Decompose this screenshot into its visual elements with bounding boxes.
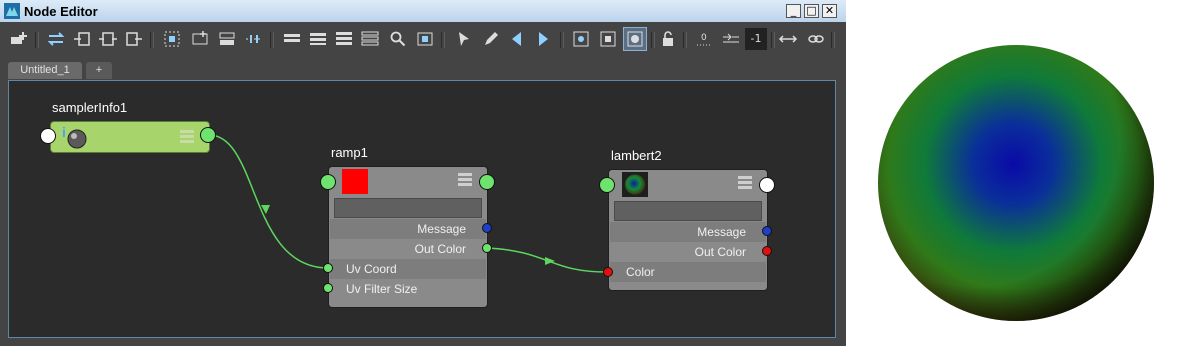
input-output-connections-icon[interactable]: [97, 28, 119, 50]
editor-frame: 0 -1 Untitled_1 + samplerInfo1 i ramp1 M…: [0, 22, 846, 346]
attr-uv-coord: Uv Coord: [330, 259, 486, 279]
toolbar-separator: [831, 32, 835, 48]
out-color-port[interactable]: [482, 243, 492, 253]
frame-selected-icon[interactable]: [189, 28, 211, 50]
minimize-button[interactable]: _: [786, 4, 801, 18]
graph-icon[interactable]: [414, 28, 436, 50]
output-connections-icon[interactable]: [123, 28, 145, 50]
attr-message: Message: [330, 219, 486, 239]
connect-icon[interactable]: [720, 28, 742, 50]
ramp-input-port[interactable]: [320, 174, 336, 190]
title-bar[interactable]: Node Editor _ □ ✕: [0, 0, 846, 23]
show-connected-icon[interactable]: [307, 28, 329, 50]
map-icon[interactable]: [570, 28, 592, 50]
grid-icon[interactable]: 0: [693, 28, 715, 50]
bookmark-icon[interactable]: [597, 28, 619, 50]
lock-icon[interactable]: [657, 28, 679, 50]
expand-icon[interactable]: [777, 28, 799, 50]
node-body[interactable]: Message Out Color Uv Coord Uv Filter Siz…: [328, 166, 488, 308]
input-connections-icon[interactable]: [71, 28, 93, 50]
swap-icon[interactable]: [45, 28, 67, 50]
pin-icon[interactable]: [453, 28, 475, 50]
attr-out-color: Out Color: [610, 242, 766, 262]
attr-color: Color: [610, 262, 766, 282]
lambert-name-field[interactable]: [614, 201, 762, 221]
node-editor-window: Node Editor _ □ ✕ 0 -1 Untitled_1 + samp…: [0, 0, 846, 346]
message-port[interactable]: [482, 223, 492, 233]
toolbar-separator: [771, 32, 775, 48]
lambert-input-port[interactable]: [599, 177, 615, 193]
sampler-output-port[interactable]: [200, 127, 216, 143]
toolbar-separator: [560, 32, 564, 48]
toolbar-separator: [270, 32, 274, 48]
sampler-ball-icon: [67, 129, 87, 149]
counter-field[interactable]: -1: [745, 28, 767, 50]
node-title: lambert2: [611, 148, 662, 163]
select-upstream-icon[interactable]: [506, 28, 528, 50]
node-menu-icon[interactable]: [737, 174, 753, 190]
ramp-swatch: [342, 169, 368, 194]
node-menu-icon[interactable]: [179, 128, 195, 144]
link-icon[interactable]: [805, 28, 827, 50]
uv-coord-port[interactable]: [323, 263, 333, 273]
message-port[interactable]: [762, 226, 772, 236]
toolbar-separator: [651, 32, 655, 48]
show-custom-icon[interactable]: [359, 28, 381, 50]
wire-arrow: [545, 257, 555, 265]
sampler-input-port[interactable]: [40, 128, 56, 144]
node-title: ramp1: [331, 145, 368, 160]
show-all-icon[interactable]: [333, 28, 355, 50]
wire-sampler-to-ramp: [208, 134, 330, 269]
node-body[interactable]: i: [50, 121, 210, 153]
node-body[interactable]: Message Out Color Color: [608, 169, 768, 291]
ramp-name-field[interactable]: [334, 198, 482, 218]
add-tab-button[interactable]: +: [86, 62, 112, 79]
tab-untitled-1[interactable]: Untitled_1: [8, 62, 82, 79]
attr-out-color: Out Color: [330, 239, 486, 259]
svg-text:0: 0: [701, 33, 707, 43]
align-icon[interactable]: [243, 28, 265, 50]
toolbar-separator: [683, 32, 687, 48]
lambert-swatch-icon: [622, 172, 648, 197]
node-menu-icon[interactable]: [457, 171, 473, 187]
layout-icon[interactable]: [216, 28, 238, 50]
tab-bar: Untitled_1 +: [0, 58, 846, 80]
add-node-icon[interactable]: [8, 28, 30, 50]
maximize-button[interactable]: □: [804, 4, 819, 18]
out-color-port[interactable]: [762, 246, 772, 256]
edit-icon[interactable]: [480, 28, 502, 50]
select-downstream-icon[interactable]: [532, 28, 554, 50]
uv-filter-size-port[interactable]: [323, 283, 333, 293]
lambert-output-port[interactable]: [759, 177, 775, 193]
render-preview-sphere: [878, 45, 1154, 321]
toolbar-separator: [441, 32, 445, 48]
search-icon[interactable]: [387, 28, 409, 50]
hide-attributes-icon[interactable]: [281, 28, 303, 50]
attr-uv-filter-size: Uv Filter Size: [330, 279, 486, 299]
graph-canvas[interactable]: samplerInfo1 i ramp1 Message Out Color U…: [8, 80, 836, 338]
toolbar-separator: [150, 32, 154, 48]
attr-message: Message: [610, 222, 766, 242]
ramp-output-port[interactable]: [479, 174, 495, 190]
color-port[interactable]: [603, 267, 613, 277]
swatch-icon[interactable]: [623, 27, 647, 51]
toolbar: 0 -1: [0, 22, 846, 58]
frame-all-icon[interactable]: [161, 28, 183, 50]
node-title: samplerInfo1: [52, 100, 128, 115]
info-icon: i: [62, 124, 66, 140]
close-button[interactable]: ✕: [822, 4, 837, 18]
window-title: Node Editor: [24, 4, 98, 19]
maya-app-icon: [4, 3, 20, 19]
toolbar-separator: [35, 32, 39, 48]
